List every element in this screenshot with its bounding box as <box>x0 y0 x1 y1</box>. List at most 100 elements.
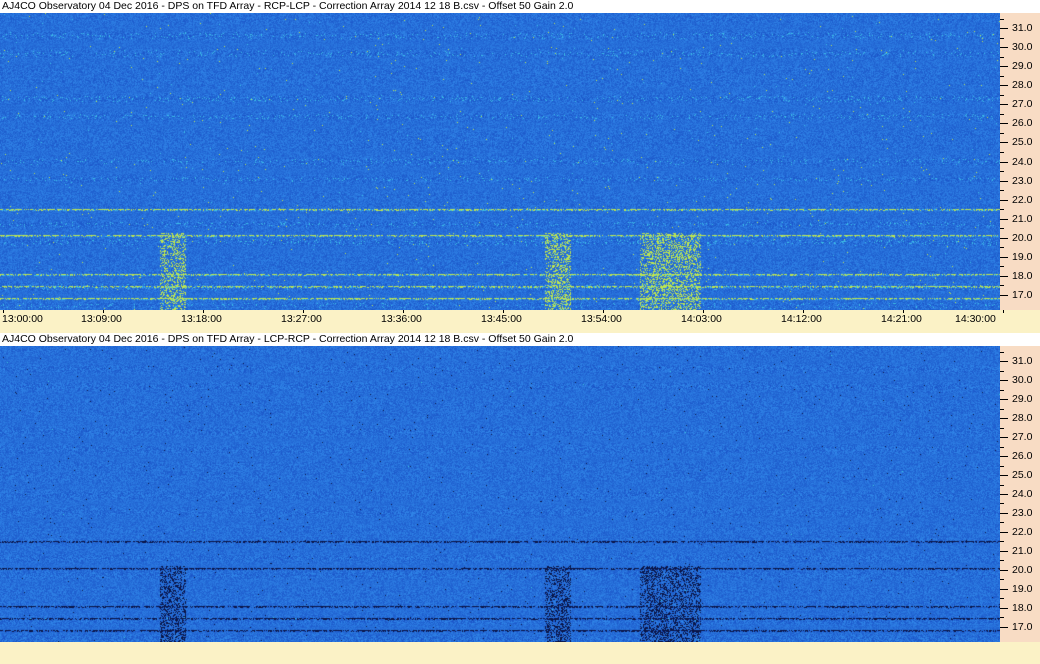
freq-tick <box>1000 294 1008 296</box>
freq-minor-tick <box>1000 209 1004 211</box>
freq-tick <box>1000 531 1008 533</box>
time-axis: 13:00:00 13:09:00 13:18:00 13:27:00 13:36:00… <box>0 310 1040 333</box>
freq-tick <box>1000 256 1008 258</box>
freq-tick-label: 24.0 <box>1012 155 1033 168</box>
freq-minor-tick <box>1000 503 1004 505</box>
freq-tick <box>1000 380 1008 382</box>
freq-minor-tick <box>1000 465 1004 467</box>
freq-tick <box>1000 275 1008 277</box>
freq-tick <box>1000 418 1008 420</box>
freq-minor-tick <box>1000 18 1004 20</box>
freq-tick-label: 28.0 <box>1012 412 1033 425</box>
freq-tick <box>1000 494 1008 495</box>
freq-tick-label: 31.0 <box>1012 22 1033 35</box>
freq-tick-label: 27.0 <box>1012 98 1033 111</box>
freq-tick-label: 28.0 <box>1012 79 1033 92</box>
time-tick-label: 14:21:00 <box>881 313 922 325</box>
freq-tick-label: 31.0 <box>1012 355 1033 368</box>
freq-tick <box>1000 475 1008 477</box>
freq-minor-tick <box>1000 132 1004 134</box>
freq-tick-label: 18.0 <box>1012 269 1033 282</box>
freq-tick-label: 17.0 <box>1012 620 1033 633</box>
freq-minor-tick <box>1000 228 1004 230</box>
bottom-frequency-axis: 31.0 30.0 29.0 28.0 27.0 26.0 25.0 24.0 23.0 22.0… <box>1000 346 1040 642</box>
freq-minor-tick <box>1000 598 1004 600</box>
freq-minor-tick <box>1000 94 1004 96</box>
freq-minor-tick <box>1000 370 1004 372</box>
freq-tick <box>1000 626 1008 628</box>
freq-tick-label: 17.0 <box>1012 288 1033 301</box>
freq-tick-label: 29.0 <box>1012 60 1033 73</box>
freq-minor-tick <box>1000 560 1004 562</box>
time-tick-label: 14:03:00 <box>681 313 722 325</box>
freq-tick <box>1000 180 1008 182</box>
freq-minor-tick <box>1000 285 1004 287</box>
freq-tick-label: 25.0 <box>1012 136 1033 149</box>
top-spectrogram[interactable] <box>0 13 1000 310</box>
bottom-panel-title: AJ4CO Observatory 04 Dec 2016 - DPS on T… <box>0 333 1040 346</box>
freq-tick <box>1000 456 1008 458</box>
freq-tick <box>1000 588 1008 590</box>
freq-tick-label: 20.0 <box>1012 563 1033 576</box>
freq-minor-tick <box>1000 266 1004 268</box>
bottom-spectrogram[interactable] <box>0 346 1000 642</box>
freq-tick <box>1000 437 1008 439</box>
freq-tick <box>1000 161 1008 163</box>
freq-minor-tick <box>1000 408 1004 410</box>
freq-tick-label: 21.0 <box>1012 544 1033 557</box>
freq-minor-tick <box>1000 522 1004 524</box>
freq-tick-label: 25.0 <box>1012 469 1033 482</box>
freq-tick <box>1000 361 1008 363</box>
freq-minor-tick <box>1000 151 1004 153</box>
freq-tick <box>1000 85 1008 87</box>
time-tick-label: 14:30:00 <box>955 313 996 325</box>
freq-tick-label: 19.0 <box>1012 250 1033 263</box>
freq-minor-tick <box>1000 617 1004 619</box>
freq-tick-label: 22.0 <box>1012 193 1033 206</box>
freq-tick <box>1000 550 1008 552</box>
bottom-time-axis-strip <box>0 642 1040 664</box>
freq-minor-tick <box>1000 427 1004 429</box>
freq-tick <box>1000 142 1008 144</box>
top-frequency-axis: 31.0 30.0 29.0 28.0 27.0 26.0 25.0 24.0 23.0 22.0… <box>1000 13 1040 310</box>
time-tick-label: 13:36:00 <box>381 313 422 325</box>
freq-minor-tick <box>1000 75 1004 77</box>
freq-tick <box>1000 28 1008 30</box>
time-tick-label: 13:09:00 <box>81 313 122 325</box>
freq-tick-label: 19.0 <box>1012 582 1033 595</box>
freq-tick <box>1000 237 1008 239</box>
freq-tick <box>1000 123 1008 125</box>
freq-tick-label: 30.0 <box>1012 374 1033 387</box>
freq-tick-label: 26.0 <box>1012 450 1033 463</box>
bottom-spectrogram-canvas <box>0 346 1000 642</box>
time-tick-label: 14:12:00 <box>781 313 822 325</box>
freq-minor-tick <box>1000 446 1004 448</box>
freq-tick <box>1000 607 1008 609</box>
top-spectrogram-canvas <box>0 13 1000 310</box>
freq-tick <box>1000 104 1008 106</box>
freq-tick <box>1000 569 1008 571</box>
freq-minor-tick <box>1000 37 1004 39</box>
freq-tick-label: 20.0 <box>1012 231 1033 244</box>
freq-tick-label: 23.0 <box>1012 506 1033 519</box>
freq-minor-tick <box>1000 579 1004 581</box>
freq-tick-label: 27.0 <box>1012 431 1033 444</box>
freq-tick <box>1000 399 1008 401</box>
freq-minor-tick <box>1000 484 1004 486</box>
time-tick-label: 13:54:00 <box>581 313 622 325</box>
freq-tick-label: 18.0 <box>1012 601 1033 614</box>
top-panel-title: AJ4CO Observatory 04 Dec 2016 - DPS on T… <box>0 0 1040 13</box>
freq-tick-label: 22.0 <box>1012 525 1033 538</box>
time-tick-label: 13:27:00 <box>281 313 322 325</box>
freq-tick <box>1000 47 1008 49</box>
freq-minor-tick <box>1000 171 1004 173</box>
freq-minor-tick <box>1000 56 1004 58</box>
time-tick-label: 13:18:00 <box>181 313 222 325</box>
time-tick-label: 13:00:00 <box>2 313 43 325</box>
freq-tick-label: 30.0 <box>1012 41 1033 54</box>
freq-tick <box>1000 199 1008 201</box>
freq-tick-label: 24.0 <box>1012 488 1033 500</box>
freq-minor-tick <box>1000 247 1004 249</box>
freq-tick <box>1000 218 1008 220</box>
freq-minor-tick <box>1000 389 1004 391</box>
